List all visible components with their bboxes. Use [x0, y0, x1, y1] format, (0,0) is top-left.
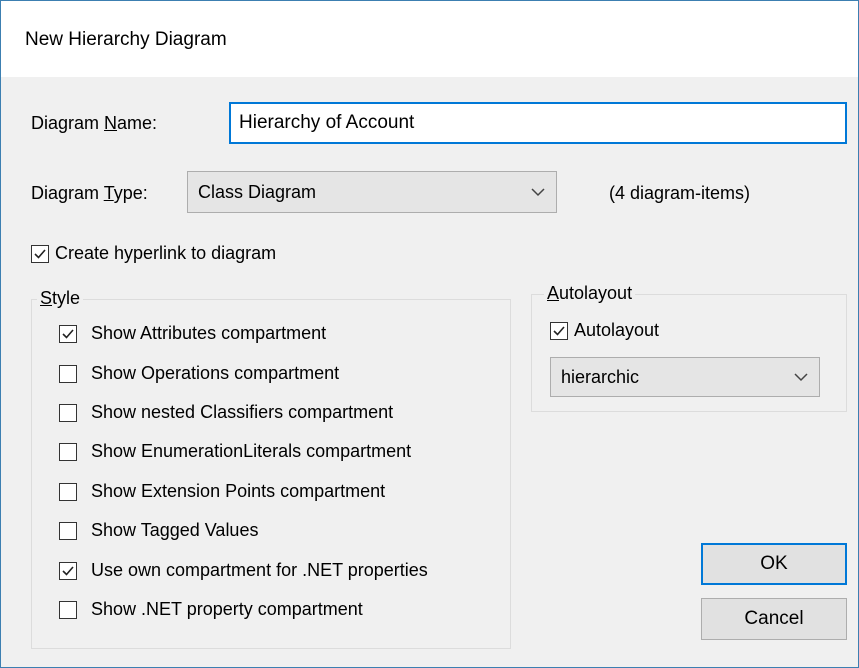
title-bar[interactable]: New Hierarchy Diagram [1, 1, 858, 77]
show-extension-points-label: Show Extension Points compartment [91, 481, 386, 501]
show-operations-label: Show Operations compartment [91, 363, 340, 383]
chevron-down-icon [530, 172, 546, 212]
checkmark-icon [34, 249, 46, 259]
checkmark-icon [62, 566, 74, 576]
use-own-net-compartment-label: Use own compartment for .NET properties [91, 560, 428, 580]
autolayout-algorithm-select[interactable]: hierarchic [550, 357, 820, 397]
show-tagged-values-checkbox[interactable] [59, 522, 77, 540]
create-hyperlink-label: Create hyperlink to diagram [55, 243, 277, 263]
diagram-type-selected: Class Diagram [198, 182, 317, 202]
create-hyperlink-checkbox[interactable] [31, 245, 49, 263]
diagram-name-input[interactable]: Hierarchy of Account [229, 102, 847, 144]
style-groupbox [31, 299, 511, 649]
cancel-button[interactable]: Cancel [701, 598, 847, 640]
diagram-name-label: Diagram Name: [31, 113, 158, 133]
autolayout-checkbox[interactable] [550, 322, 568, 340]
ok-button[interactable]: OK [701, 543, 847, 585]
show-nested-classifiers-checkbox[interactable] [59, 404, 77, 422]
diagram-type-label: Diagram Type: [31, 183, 148, 203]
chevron-down-icon [793, 358, 809, 396]
autolayout-selected: hierarchic [561, 367, 640, 387]
diagram-item-count: (4 diagram-items) [609, 183, 751, 203]
new-hierarchy-diagram-dialog: New Hierarchy Diagram Diagram Name: Hier… [0, 0, 859, 668]
show-attributes-checkbox[interactable] [59, 325, 77, 343]
show-enumeration-literals-label: Show EnumerationLiterals compartment [91, 441, 412, 461]
use-own-net-compartment-checkbox[interactable] [59, 562, 77, 580]
show-operations-checkbox[interactable] [59, 365, 77, 383]
show-extension-points-checkbox[interactable] [59, 483, 77, 501]
checkmark-icon [62, 329, 74, 339]
show-net-property-label: Show .NET property compartment [91, 599, 363, 619]
autolayout-group-label: Autolayout [544, 283, 636, 304]
show-enumeration-literals-checkbox[interactable] [59, 443, 77, 461]
autolayout-checkbox-label: Autolayout [574, 320, 660, 340]
dialog-title: New Hierarchy Diagram [25, 29, 227, 50]
show-net-property-checkbox[interactable] [59, 601, 77, 619]
show-nested-classifiers-label: Show nested Classifiers compartment [91, 402, 394, 422]
diagram-type-select[interactable]: Class Diagram [187, 171, 557, 213]
checkmark-icon [553, 326, 565, 336]
show-attributes-label: Show Attributes compartment [91, 323, 327, 343]
style-group-label: Style [37, 288, 84, 309]
show-tagged-values-label: Show Tagged Values [91, 520, 259, 540]
